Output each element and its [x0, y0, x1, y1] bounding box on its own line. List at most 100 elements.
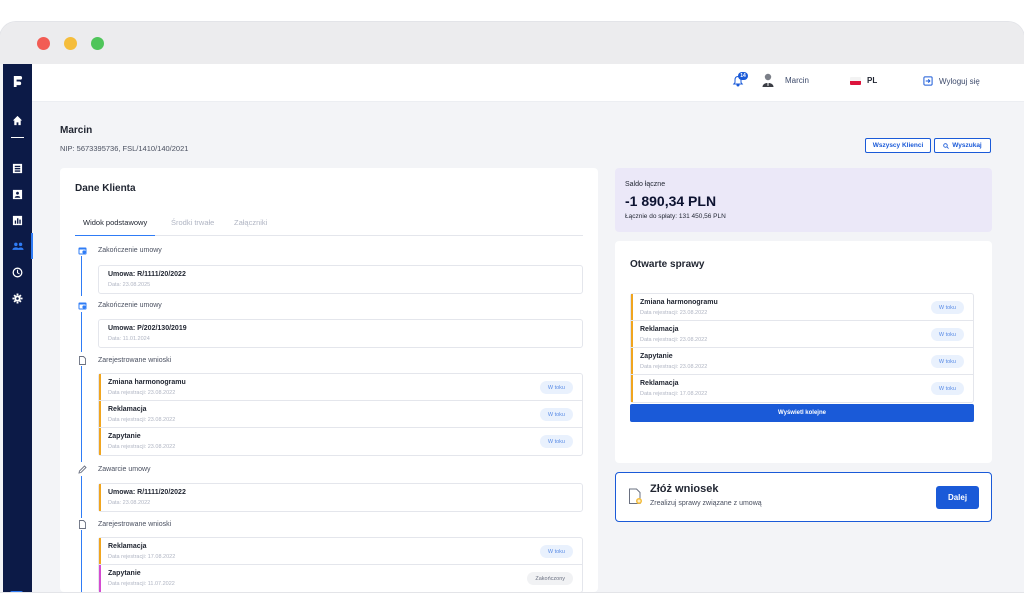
- list-item[interactable]: Umowa: P/202/130/2019 Data: 11.01.2024: [99, 320, 582, 347]
- client-data-panel: Dane Klienta Widok podstawowy Środki trw…: [60, 168, 598, 592]
- item-title: Umowa: R/1111/20/2022: [108, 271, 186, 278]
- item-date: Data rejestracji: 17.08.2022: [640, 391, 708, 397]
- status-accent-bar: [99, 538, 101, 564]
- contract-card[interactable]: Umowa: R/1111/20/2022 Data: 23.08.2025: [98, 265, 583, 294]
- requests-card: Reklamacja Data rejestracji: 17.08.2022 …: [98, 537, 583, 592]
- list-item[interactable]: Zapytanie Data rejestracji: 11.07.2022 Z…: [99, 565, 582, 592]
- timeline-label: Zawarcie umowy: [98, 466, 151, 473]
- submit-request-title: Złóż wniosek: [650, 483, 719, 495]
- contract-card[interactable]: Umowa: R/1111/20/2022 Data: 23.08.2022: [98, 483, 583, 512]
- new-document-icon: [629, 488, 642, 504]
- item-title: Reklamacja: [640, 326, 679, 333]
- list-item[interactable]: Umowa: R/1111/20/2022 Data: 23.08.2025: [99, 266, 582, 293]
- calendar-icon: [78, 247, 87, 255]
- status-badge: W toku: [539, 381, 573, 394]
- search-button[interactable]: Wyszukaj: [934, 138, 991, 153]
- status-badge: W toku: [930, 355, 964, 368]
- status-badge: W toku: [539, 435, 573, 448]
- client-nip: NIP: 5673395736, FSL/1410/140/2021: [60, 144, 189, 153]
- tab-attachments[interactable]: Załączniki: [234, 216, 267, 236]
- settings-icon[interactable]: [3, 288, 32, 308]
- item-date: Data: 23.08.2022: [108, 500, 151, 506]
- list-item[interactable]: Reklamacja Data rejestracji: 17.08.2022 …: [99, 538, 582, 565]
- search-icon: [943, 142, 950, 149]
- all-clients-button[interactable]: Wszyscy Klienci: [865, 138, 931, 153]
- home-icon[interactable]: [3, 110, 32, 130]
- logout-button[interactable]: Wyloguj się: [923, 76, 980, 86]
- client-data-title: Dane Klienta: [75, 183, 136, 194]
- app-window: 14 Marcin PL Wyloguj się Marcin NIP: 567…: [0, 22, 1024, 592]
- timeline-connector: [81, 312, 82, 352]
- balance-value: -1 890,34 PLN: [625, 193, 717, 209]
- tab-fixed-assets[interactable]: Środki trwałe: [171, 216, 214, 236]
- list-item[interactable]: Reklamacja Data rejestracji: 23.08.2022 …: [631, 321, 973, 348]
- item-title: Umowa: P/202/130/2019: [108, 325, 187, 332]
- timeline-connector: [81, 366, 82, 462]
- top-header: 14 Marcin PL Wyloguj się: [32, 64, 1024, 102]
- list-item[interactable]: Zmiana harmonogramu Data rejestracji: 23…: [99, 374, 582, 401]
- requests-card: Zmiana harmonogramu Data rejestracji: 23…: [98, 373, 583, 456]
- user-name: Marcin: [785, 75, 810, 85]
- list-item[interactable]: Reklamacja Data rejestracji: 23.08.2022 …: [99, 401, 582, 428]
- status-accent-bar: [99, 565, 101, 592]
- balance-total-due: Łącznie do spłaty: 131 450,56 PLN: [625, 213, 726, 220]
- item-title: Zapytanie: [640, 353, 673, 360]
- clients-icon[interactable]: [3, 236, 32, 256]
- list-item[interactable]: Zmiana harmonogramu Data rejestracji: 23…: [631, 294, 973, 321]
- timeline-connector: [81, 530, 82, 592]
- open-cases-list: Zmiana harmonogramu Data rejestracji: 23…: [630, 293, 974, 403]
- list-item[interactable]: Zapytanie Data rejestracji: 23.08.2022 W…: [99, 428, 582, 455]
- item-date: Data rejestracji: 23.08.2022: [108, 444, 176, 450]
- item-title: Zapytanie: [108, 433, 141, 440]
- timeline-label: Zarejestrowane wnioski: [98, 521, 172, 528]
- status-badge: W toku: [539, 408, 573, 421]
- item-date: Data rejestracji: 17.08.2022: [108, 554, 176, 560]
- chart-icon[interactable]: [3, 210, 32, 230]
- status-accent-bar: [631, 321, 633, 347]
- list-icon[interactable]: [3, 158, 32, 178]
- contact-card-icon[interactable]: [3, 184, 32, 204]
- status-accent-bar: [99, 374, 101, 400]
- timeline-connector: [81, 476, 82, 518]
- minimize-window-button[interactable]: [64, 37, 77, 50]
- all-clients-label: Wszyscy Klienci: [872, 142, 924, 149]
- item-date: Data rejestracji: 23.08.2022: [108, 417, 176, 423]
- status-badge: Zakończony: [527, 572, 573, 585]
- tab-basic-view[interactable]: Widok podstawowy: [75, 216, 155, 236]
- show-more-button[interactable]: Wyświetl kolejne: [630, 404, 974, 422]
- pen-icon: [78, 465, 87, 474]
- user-menu[interactable]: Marcin: [761, 72, 809, 88]
- item-date: Data: 11.01.2024: [108, 336, 150, 342]
- status-accent-bar: [99, 401, 101, 427]
- list-item[interactable]: Reklamacja Data rejestracji: 17.08.2022 …: [631, 375, 973, 402]
- avatar: [761, 72, 775, 88]
- search-label: Wyszukaj: [952, 142, 982, 149]
- sidebar-active-indicator: [31, 233, 33, 259]
- expand-sidebar-button[interactable]: [10, 591, 23, 592]
- open-cases-title: Otwarte sprawy: [630, 259, 705, 270]
- close-window-button[interactable]: [37, 37, 50, 50]
- app-logo-icon[interactable]: [3, 71, 32, 91]
- status-accent-bar: [631, 294, 633, 320]
- status-badge: W toku: [539, 545, 573, 558]
- next-button[interactable]: Dalej: [936, 486, 979, 509]
- window-titlebar: [0, 22, 1024, 64]
- submit-request-panel[interactable]: Złóż wniosek Zrealizuj sprawy związane z…: [615, 472, 992, 522]
- status-badge: W toku: [930, 301, 964, 314]
- document-icon: [79, 520, 86, 529]
- sidebar: [3, 64, 33, 592]
- list-item[interactable]: Zapytanie Data rejestracji: 23.08.2022 W…: [631, 348, 973, 375]
- notifications-button[interactable]: 14: [732, 72, 748, 87]
- poland-flag-icon: [850, 76, 861, 85]
- clock-icon[interactable]: [3, 262, 32, 282]
- calendar-icon: [78, 302, 87, 310]
- language-code: PL: [867, 76, 878, 85]
- contract-card[interactable]: Umowa: P/202/130/2019 Data: 11.01.2024: [98, 319, 583, 348]
- timeline-label: Zakończenie umowy: [98, 302, 162, 309]
- timeline-label: Zarejestrowane wnioski: [98, 357, 172, 364]
- item-title: Reklamacja: [108, 406, 147, 413]
- list-item[interactable]: Umowa: R/1111/20/2022 Data: 23.08.2022: [99, 484, 582, 511]
- language-switcher[interactable]: PL: [850, 76, 877, 85]
- status-accent-bar: [631, 348, 633, 374]
- maximize-window-button[interactable]: [91, 37, 104, 50]
